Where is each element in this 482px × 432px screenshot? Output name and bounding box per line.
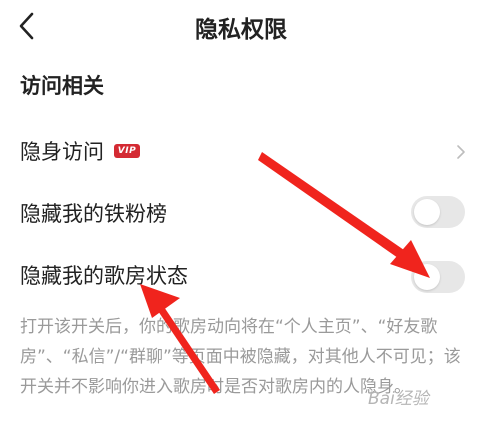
header: 隐私权限 <box>0 0 482 56</box>
hide-room-status-label: 隐藏我的歌房状态 <box>20 264 188 288</box>
hide-fans-label: 隐藏我的铁粉榜 <box>20 202 167 226</box>
chevron-right-icon <box>457 145 465 159</box>
hide-fans-toggle[interactable] <box>411 196 465 228</box>
page-title: 隐私权限 <box>195 17 287 43</box>
hide-room-status-row: 隐藏我的歌房状态 <box>0 246 482 302</box>
toggle-knob <box>414 264 440 290</box>
hide-room-status-toggle[interactable] <box>411 261 465 293</box>
hide-fans-row: 隐藏我的铁粉榜 <box>0 184 482 240</box>
watermark: Bai经验 <box>368 389 429 409</box>
invisible-visit-row[interactable]: 隐身访问 VIP <box>0 122 482 178</box>
invisible-visit-label: 隐身访问 <box>20 140 104 164</box>
vip-badge: VIP <box>114 144 140 158</box>
toggle-knob <box>414 199 440 225</box>
section-title: 访问相关 <box>20 74 104 98</box>
